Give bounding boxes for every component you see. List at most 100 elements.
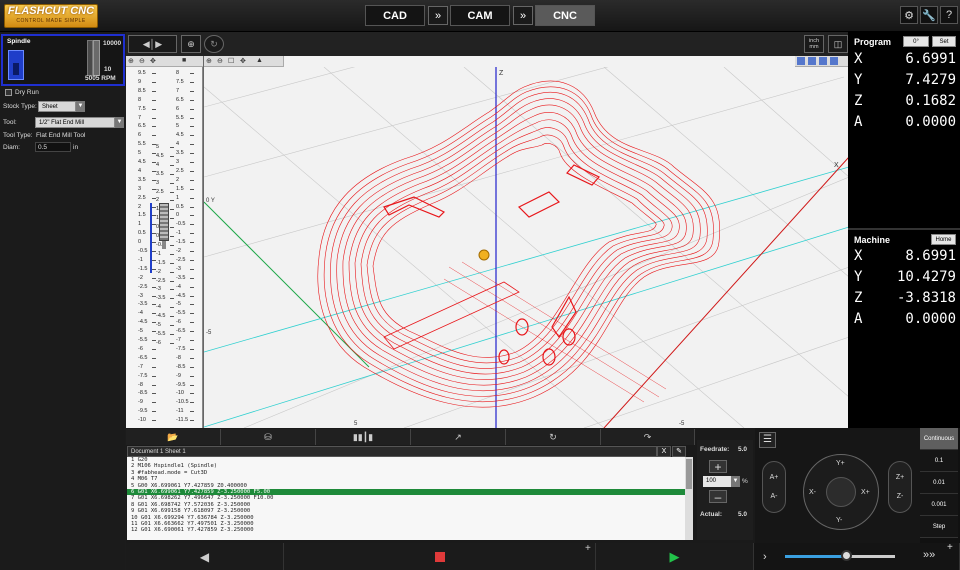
jog-step-button[interactable]: Continuous: [920, 428, 958, 450]
feed-decrease-button[interactable]: –: [709, 490, 727, 503]
jog-step-button[interactable]: Step: [920, 516, 958, 538]
refresh-icon[interactable]: ↻: [506, 429, 601, 445]
jog-x-plus-button[interactable]: X+: [861, 489, 870, 496]
chevron-down-icon[interactable]: ▼: [115, 117, 124, 128]
run-button[interactable]: ▶: [596, 543, 754, 570]
toolpath-viewport[interactable]: ⊕ ⊖ ☐ ✥ ▲ Z X 0 Y -5 5 -5: [203, 56, 849, 428]
jog-y-minus-button[interactable]: Y-: [836, 517, 842, 524]
ruler-tick-label: -3.5: [138, 301, 148, 308]
ruler-tick-label: 1: [138, 221, 142, 228]
close-document-button[interactable]: X: [657, 446, 671, 457]
jog-step-list: Continuous 0.1 0.01 0.001 Step: [920, 428, 960, 538]
stock-type-select[interactable]: Sheet: [38, 101, 76, 112]
spindle-speed-slider[interactable]: [93, 40, 100, 76]
jog-y-plus-button[interactable]: Y+: [836, 460, 845, 467]
end-mill-tool-icon: [159, 203, 169, 241]
stop-button[interactable]: [284, 543, 596, 570]
gcode-editor[interactable]: 1 G20 2 M106 Hspindle1 (Spindle) 3 #fabhea…: [127, 457, 685, 540]
ruler-tick-mark: [152, 135, 156, 137]
jog-step-button[interactable]: 0.001: [920, 494, 958, 516]
tool-select[interactable]: 1/2" Flat End Mill: [35, 117, 115, 128]
gcode-toolbar: 📂 ⛁ ▮▮┃▮ ↗ ↻ ↷: [126, 429, 695, 445]
ruler-tick-mark: [190, 313, 194, 315]
redo-icon[interactable]: ↷: [601, 429, 695, 445]
chevron-down-icon[interactable]: ▼: [76, 101, 85, 112]
export-icon[interactable]: ↗: [411, 429, 506, 445]
dry-run-checkbox[interactable]: [5, 89, 12, 96]
zoom-out-icon[interactable]: ⊖: [139, 57, 145, 65]
ruler-tick-label: 6: [138, 132, 142, 139]
open-folder-icon[interactable]: 📂: [126, 429, 221, 445]
zoom-window-icon[interactable]: ☐: [228, 57, 234, 65]
x-axis-line: [603, 156, 849, 428]
jog-x-minus-button[interactable]: X-: [809, 489, 816, 496]
cube-view-icon[interactable]: ▲: [256, 57, 263, 64]
split-view-icon[interactable]: ◀│▶: [128, 35, 177, 53]
view-front-icon[interactable]: [819, 57, 827, 65]
barcode-icon[interactable]: ▮▮┃▮: [316, 429, 411, 445]
feed-override-input[interactable]: 100: [703, 476, 731, 487]
feed-slider-track[interactable]: [785, 555, 895, 558]
view-iso-icon[interactable]: [797, 57, 805, 65]
set-button[interactable]: Set: [932, 36, 956, 47]
feed-slider-thumb[interactable]: [841, 550, 852, 561]
pan-icon[interactable]: ✥: [150, 57, 156, 65]
zoom-out-icon[interactable]: ⊖: [217, 57, 223, 65]
wrench-icon[interactable]: 🔧: [920, 6, 938, 24]
expand-view-icon[interactable]: ◫: [828, 35, 848, 53]
ruler-tick-label: 0.5: [138, 230, 146, 237]
jog-a-plus-button[interactable]: A+: [770, 474, 779, 481]
zoom-in-icon[interactable]: ⊕: [206, 57, 212, 65]
tool-type-value: Flat End Mill Tool: [36, 132, 86, 139]
ruler-tick-label: 6.5: [176, 96, 184, 103]
ruler-tick-label: 7.5: [138, 105, 146, 112]
dro-divider: [848, 228, 960, 230]
ruler-tick-mark: [152, 393, 156, 395]
coordinate-row: X 6.6991: [854, 51, 956, 67]
edit-pencil-icon[interactable]: ✎: [672, 446, 686, 457]
jog-a-minus-button[interactable]: A-: [771, 493, 778, 500]
ruler-tick-mark: [170, 316, 174, 318]
zoom-icon[interactable]: ⊕: [181, 35, 201, 53]
jog-z-minus-button[interactable]: Z-: [897, 493, 904, 500]
feed-increase-button[interactable]: +: [709, 460, 727, 473]
database-icon[interactable]: ⛁: [221, 429, 316, 445]
tool-position-marker: [478, 249, 490, 261]
help-icon[interactable]: ?: [940, 6, 958, 24]
fast-forward-icon[interactable]: »»: [923, 549, 935, 561]
home-button[interactable]: Home: [931, 234, 956, 245]
ruler-tick-label: -5.5: [138, 337, 148, 343]
ruler-tick-label: -1.5: [138, 265, 148, 272]
jog-step-button[interactable]: 0.01: [920, 472, 958, 494]
gear-settings-icon[interactable]: ⚙: [900, 6, 918, 24]
rotation-button[interactable]: 0°: [903, 36, 929, 47]
ruler-tick-label: -4.5: [176, 292, 186, 299]
diam-input[interactable]: 0.5: [35, 142, 71, 152]
jog-step-button[interactable]: 0.1: [920, 450, 958, 472]
pan-icon[interactable]: ✥: [240, 57, 246, 65]
menu-icon[interactable]: ☰: [759, 432, 776, 448]
regenerate-icon[interactable]: ↻: [204, 35, 224, 53]
gcode-line[interactable]: 12 G01 X6.690061 Y7.427859 Z-3.250000: [127, 527, 685, 533]
ruler-tick-mark: [170, 298, 174, 300]
view-top-icon[interactable]: [808, 57, 816, 65]
chevron-right-icon[interactable]: ›: [763, 551, 767, 563]
mode-cam-button[interactable]: CAM: [450, 5, 510, 26]
view-side-icon[interactable]: [830, 57, 838, 65]
ruler-tick-label: -2: [176, 248, 181, 254]
chevron-down-icon[interactable]: ▼: [731, 476, 740, 487]
previous-button[interactable]: ◀: [126, 543, 284, 570]
jog-z-plus-button[interactable]: Z+: [896, 474, 904, 481]
gcode-scrollbar[interactable]: [685, 457, 693, 540]
add-plus-icon[interactable]: +: [947, 542, 953, 553]
dro-panel: Program 0° Set X 6.6991 Y 7.4279 Z 0.1682 A 0.0…: [848, 32, 960, 428]
mode-cnc-button[interactable]: CNC: [535, 5, 595, 26]
add-plus-icon[interactable]: +: [585, 543, 591, 554]
spindle-toggle-button[interactable]: [8, 50, 24, 80]
fit-icon[interactable]: ■: [182, 57, 186, 64]
ruler-tick-label: -6.5: [138, 354, 148, 361]
units-toggle-button[interactable]: inch mm: [804, 35, 824, 53]
zoom-in-icon[interactable]: ⊕: [128, 57, 134, 65]
ruler-tick-label: -7.5: [176, 345, 186, 352]
mode-cad-button[interactable]: CAD: [365, 5, 425, 26]
